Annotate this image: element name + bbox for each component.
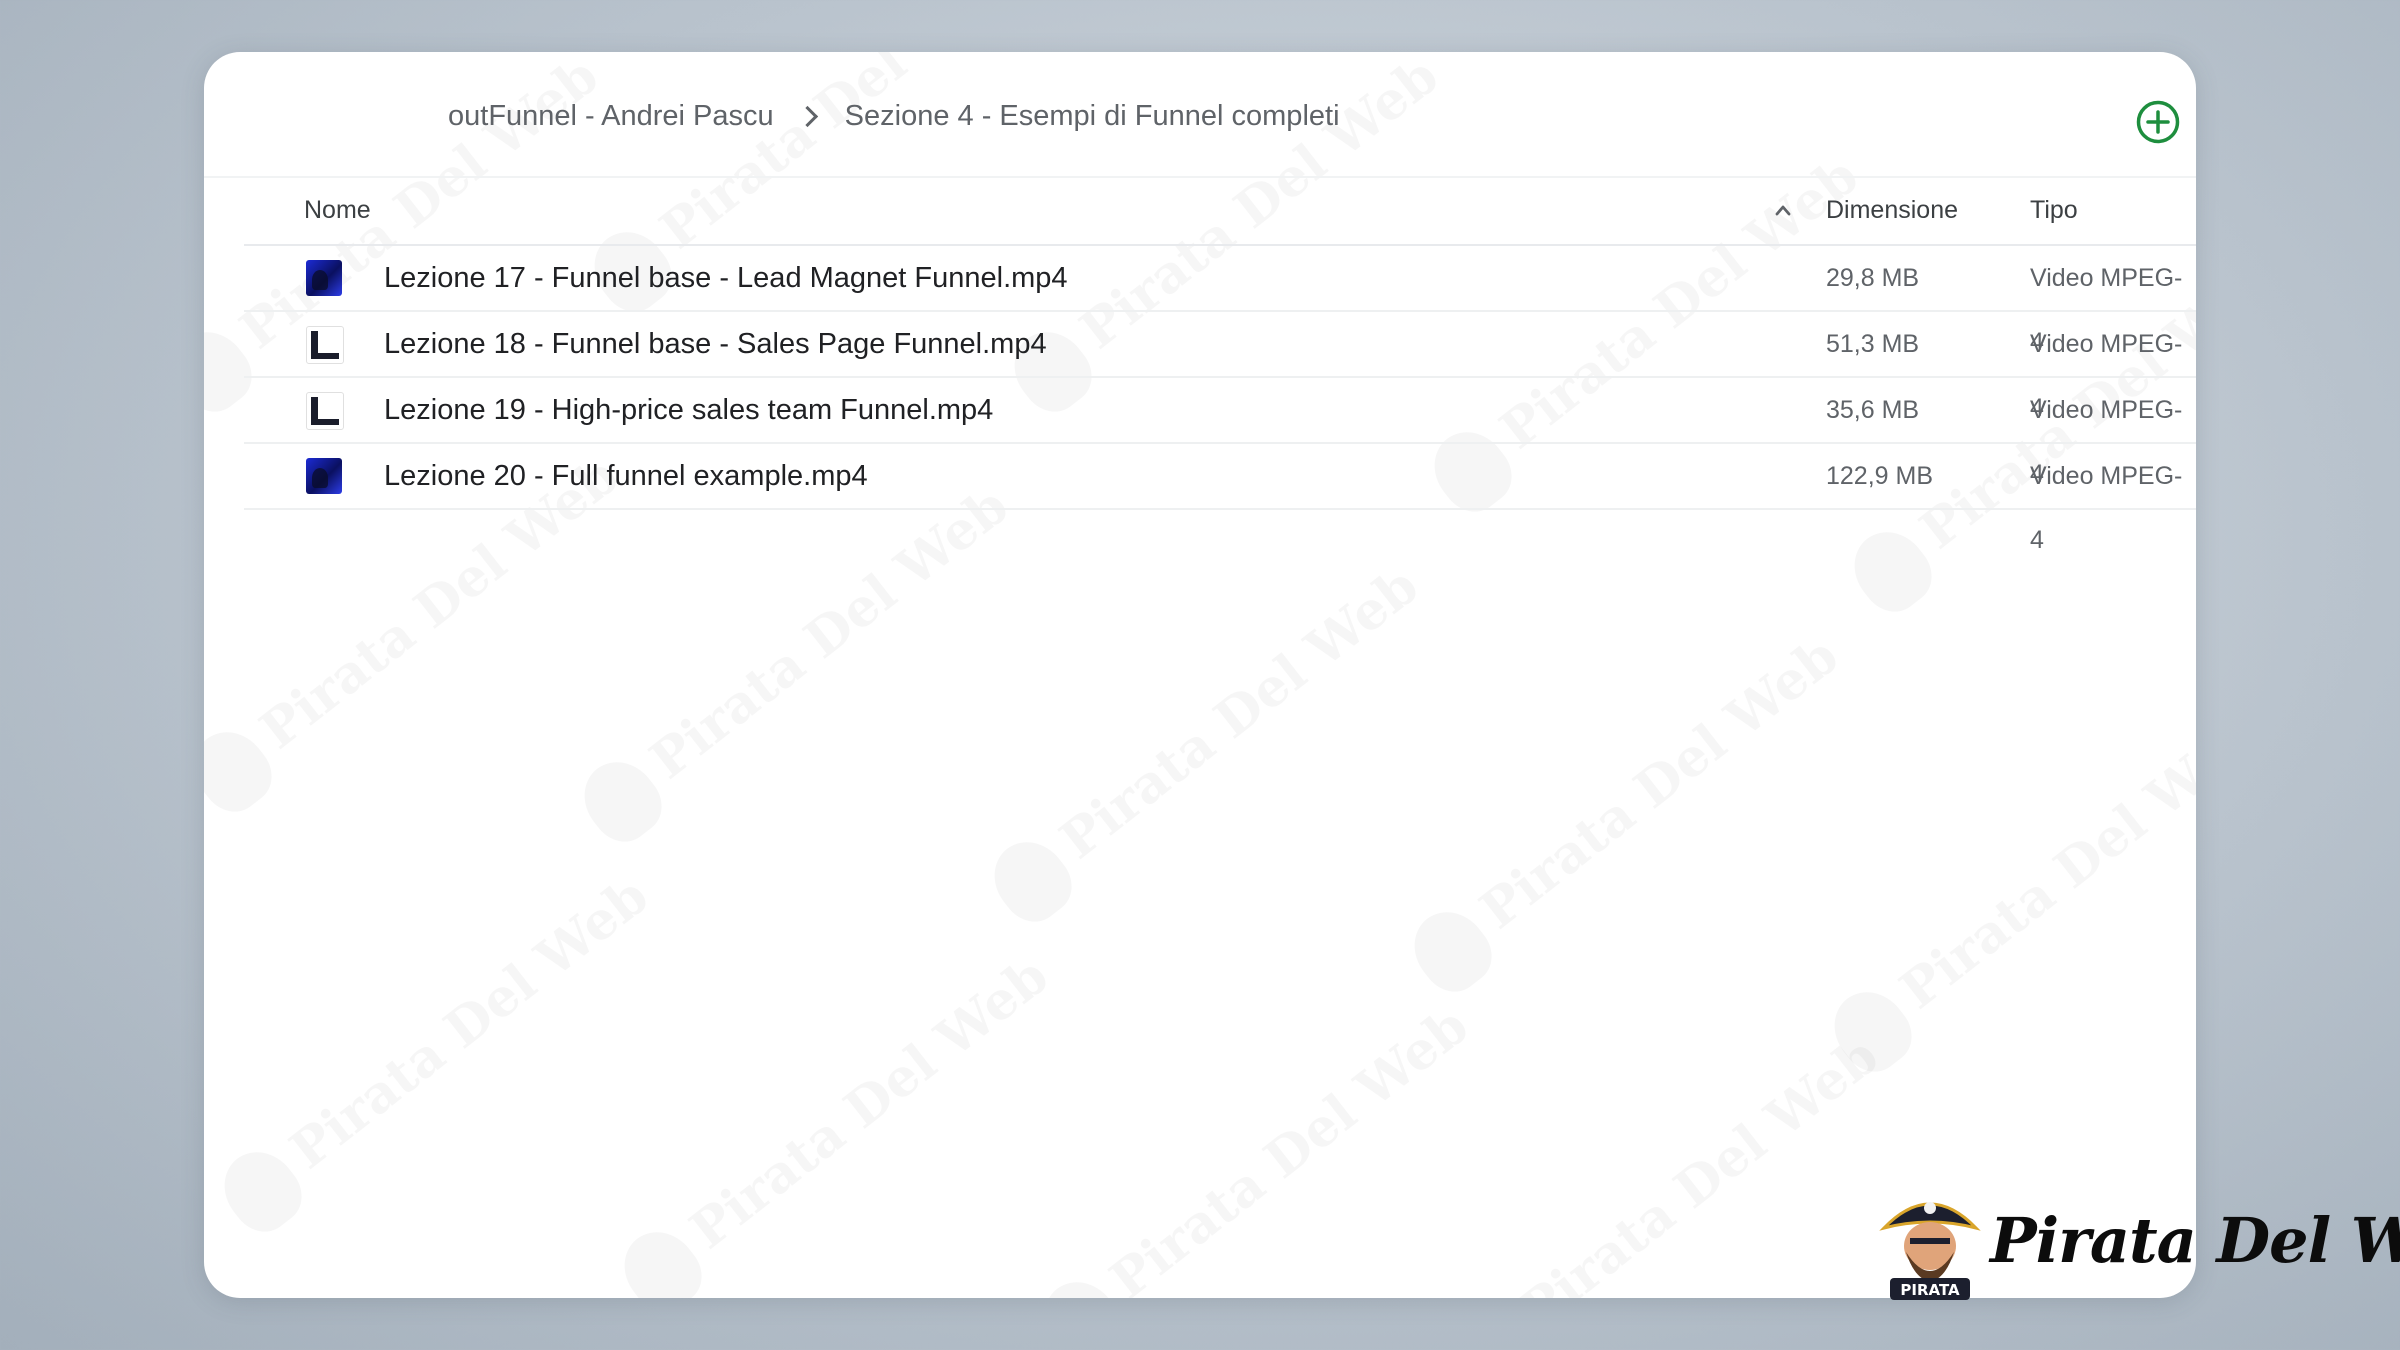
file-row[interactable]: Lezione 17 - Funnel base - Lead Magnet F…	[244, 246, 2196, 356]
file-size: 51,3 MB	[1826, 330, 1920, 358]
column-header-size[interactable]: Dimensione	[1826, 176, 1958, 244]
file-type: Video MPEG-4	[2030, 462, 2183, 554]
column-header-type[interactable]: Tipo	[2030, 176, 2078, 244]
file-name[interactable]: Lezione 20 - Full funnel example.mp4	[384, 444, 868, 508]
sort-ascending-icon[interactable]	[1768, 176, 1798, 244]
add-circle-icon[interactable]	[2136, 100, 2180, 144]
chevron-right-icon	[796, 105, 818, 127]
watermark: Pirata Del Web	[979, 551, 1438, 934]
file-type: Video MPEG-4	[2030, 330, 2183, 422]
file-name[interactable]: Lezione 18 - Funnel base - Sales Page Fu…	[384, 312, 1047, 376]
watermark: Pirata Del Web	[1029, 991, 1488, 1298]
breadcrumb-current[interactable]: Sezione 4 - Esempi di Funnel completi	[845, 100, 1340, 133]
file-size: 29,8 MB	[1826, 264, 1920, 292]
file-name[interactable]: Lezione 17 - Funnel base - Lead Magnet F…	[384, 246, 1068, 310]
file-size: 122,9 MB	[1826, 462, 1934, 490]
brand-logo: PIRATA Pirata Del Web	[1876, 1186, 2400, 1306]
watermark: Pirata Del Web	[209, 861, 668, 1244]
file-row[interactable]: Lezione 18 - Funnel base - Sales Page Fu…	[244, 312, 2196, 422]
logo-label: PIRATA	[1900, 1281, 1960, 1299]
breadcrumb: outFunnel - Andrei Pascu Sezione 4 - Ese…	[448, 96, 1340, 136]
file-name[interactable]: Lezione 19 - High-price sales team Funne…	[384, 378, 993, 442]
pirate-logo-icon: PIRATA	[1879, 1202, 1981, 1300]
video-thumbnail-icon	[306, 458, 342, 494]
file-browser-window: Pirata Del Web Pirata Del Web Pirata Del…	[204, 52, 2196, 1298]
file-size: 35,6 MB	[1826, 396, 1920, 424]
file-list-header: Nome Dimensione Tipo	[244, 176, 2196, 246]
watermark: Pirata Del Web	[1399, 621, 1858, 1004]
watermark: Pirata Del Web	[569, 471, 1028, 854]
breadcrumb-parent[interactable]: outFunnel - Andrei Pascu	[448, 100, 774, 133]
video-thumbnail-icon	[306, 392, 344, 430]
file-row[interactable]: Lezione 19 - High-price sales team Funne…	[244, 378, 2196, 488]
column-header-name[interactable]: Nome	[304, 176, 371, 244]
file-type: Video MPEG-4	[2030, 396, 2183, 488]
watermark: Pirata Del Web	[1439, 1021, 1898, 1298]
watermark: Pirata Del Web	[609, 941, 1068, 1298]
top-bar: outFunnel - Andrei Pascu Sezione 4 - Ese…	[204, 52, 2196, 178]
video-thumbnail-icon	[306, 326, 344, 364]
brand-name: Pirata Del Web	[1990, 1204, 2400, 1277]
video-thumbnail-icon	[306, 260, 342, 296]
watermark: Pirata Del Web	[1819, 701, 2196, 1084]
file-row[interactable]: Lezione 20 - Full funnel example.mp4 122…	[244, 444, 2196, 554]
file-type: Video MPEG-4	[2030, 264, 2183, 356]
